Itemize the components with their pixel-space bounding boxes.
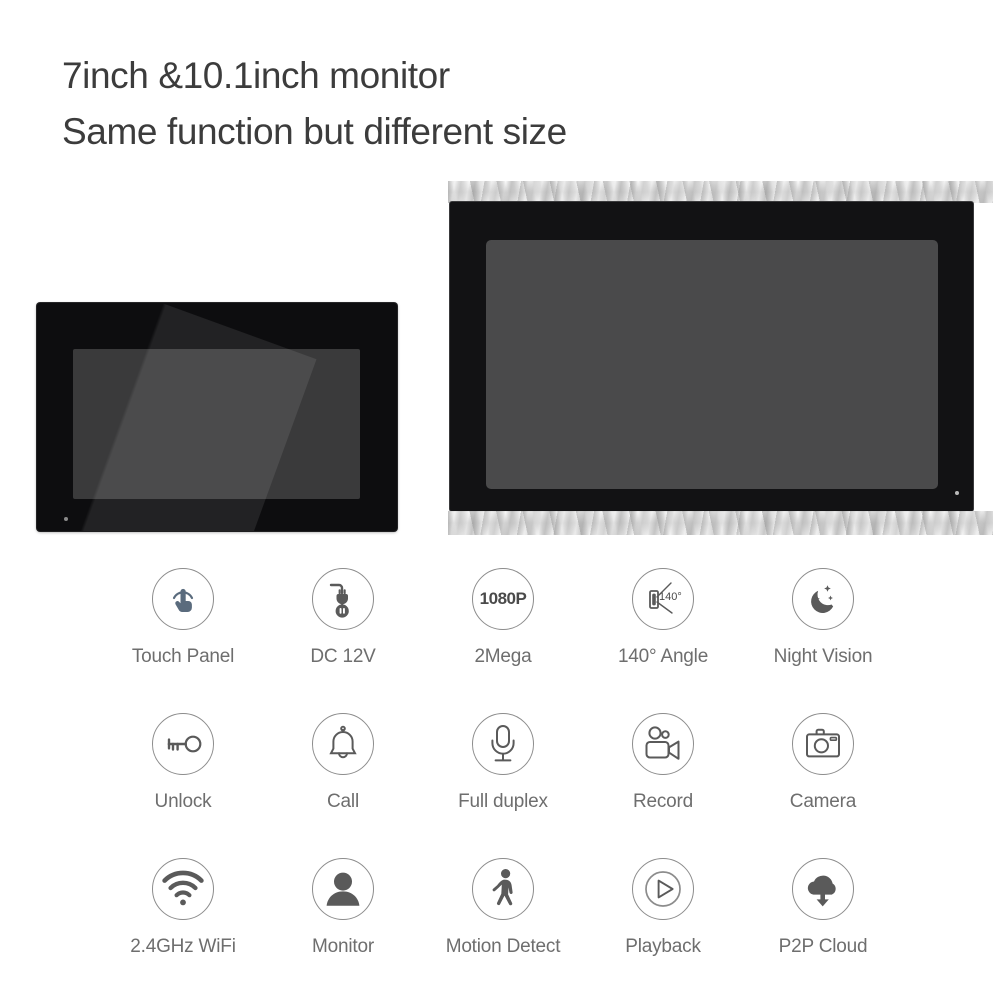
feature-label: 140° Angle [617,646,709,667]
product-infographic: 7inch &10.1inch monitor Same function bu… [0,0,1000,1000]
screen-10inch [486,240,938,489]
screen-7inch [73,349,360,499]
led-indicator [955,491,959,495]
feature-label: Night Vision [773,646,873,667]
feature-unlock: Unlock [103,713,263,858]
feature-label: Record [632,791,694,812]
page-title: 7inch &10.1inch monitor Same function bu… [62,48,567,160]
texture-strip-top [448,181,993,203]
feature-label: Camera [789,791,857,812]
feature-label: Unlock [154,791,212,812]
touch-panel-icon [152,568,214,630]
heading-line-2: Same function but different size [62,111,567,152]
feature-label: 2Mega [474,646,532,667]
video-camera-icon [632,713,694,775]
resolution-icon: 1080P [472,568,534,630]
feature-label: 2.4GHz WiFi [130,936,236,957]
bell-icon [312,713,374,775]
feature-monitor: Monitor [263,858,423,1000]
feature-grid: Touch Panel DC 12V 1080P 2Mega 140° 140°… [103,568,903,1000]
feature-touch-panel: Touch Panel [103,568,263,713]
feature-label: Touch Panel [131,646,235,667]
product-image-10inch-monitor [448,181,993,535]
feature-p2p-cloud: P2P Cloud [743,858,903,1000]
feature-playback: Playback [583,858,743,1000]
feature-motion-detect: Motion Detect [423,858,583,1000]
feature-2mega: 1080P 2Mega [423,568,583,713]
cloud-download-icon [792,858,854,920]
wifi-icon [152,858,214,920]
feature-camera: Camera [743,713,903,858]
feature-140-angle: 140° 140° Angle [583,568,743,713]
led-indicator [64,517,68,521]
heading-line-1: 7inch &10.1inch monitor [62,55,450,96]
view-angle-icon: 140° [632,568,694,630]
product-image-7inch-monitor [37,303,397,531]
feature-night-vision: Night Vision [743,568,903,713]
resolution-icon-text: 1080P [479,589,527,608]
walking-person-icon [472,858,534,920]
feature-dc-12v: DC 12V [263,568,423,713]
feature-label: Full duplex [458,791,548,812]
key-icon [152,713,214,775]
power-plug-icon [312,568,374,630]
feature-label: DC 12V [310,646,376,667]
microphone-icon [472,713,534,775]
photo-camera-icon [792,713,854,775]
feature-label: Call [327,791,359,812]
texture-strip-bottom [448,511,993,535]
feature-record: Record [583,713,743,858]
feature-label: Monitor [312,936,374,957]
moon-stars-icon [792,568,854,630]
play-icon [632,858,694,920]
feature-label: Playback [625,936,701,957]
feature-label: P2P Cloud [778,936,868,957]
feature-label: Motion Detect [445,936,561,957]
feature-wifi: 2.4GHz WiFi [103,858,263,1000]
svg-text:140°: 140° [659,591,682,603]
person-icon [312,858,374,920]
feature-full-duplex: Full duplex [423,713,583,858]
feature-call: Call [263,713,423,858]
monitor-body-10inch [450,202,973,511]
